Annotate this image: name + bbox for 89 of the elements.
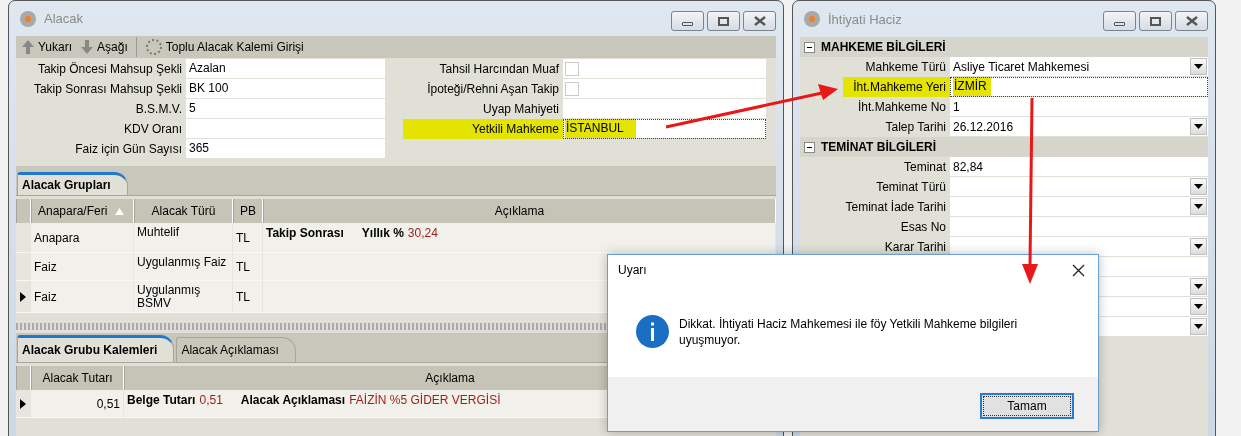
column-header[interactable]: Anapara/Feri — [31, 199, 134, 223]
table-cell: Anapara — [31, 223, 134, 253]
field-label: Teminat — [902, 159, 947, 176]
restore-button[interactable] — [707, 11, 740, 31]
tab[interactable]: Alacak Grubu Kalemleri — [17, 335, 175, 362]
app-icon — [20, 10, 36, 27]
collapse-button[interactable] — [804, 141, 815, 153]
close-icon — [1184, 16, 1199, 26]
row-selector[interactable] — [16, 390, 31, 418]
field-label: İht.Mahkeme No — [856, 99, 947, 116]
dialog-message: Dikkat. İhtiyati Haciz Mahkemesi ile föy Yetkili Mahkeme bilgileri uyuşmuyor. — [679, 316, 1019, 348]
header-corner — [16, 199, 31, 223]
spinner-icon — [144, 38, 163, 56]
table-cell: Faiz — [31, 281, 134, 313]
table-cell: Faiz — [31, 253, 134, 281]
sort-icon — [115, 207, 125, 215]
app-icon — [804, 11, 820, 27]
field-label: Mahkeme Türü — [864, 59, 947, 76]
checkbox[interactable] — [565, 81, 579, 96]
column-header[interactable]: Açıklama — [263, 199, 776, 223]
field-label: İpoteği/Rehni Aşan Takip — [426, 81, 560, 98]
section-title: MAHKEME BİLGİLERİ — [821, 40, 946, 54]
tab[interactable]: Alacak Grupları — [17, 172, 128, 195]
field-label: Tahsil Harcından Muaf — [438, 61, 560, 78]
field-label: Takip Öncesi Mahsup Şekli — [36, 61, 183, 78]
down-arrow-icon — [80, 39, 95, 55]
field-label: Uyap Mahiyeti — [481, 101, 560, 118]
ok-button[interactable]: Tamam — [980, 393, 1074, 419]
dropdown-field[interactable]: 26.12.2016 — [950, 117, 1208, 137]
close-icon — [752, 16, 767, 26]
table-cell: 0,51 — [31, 390, 124, 418]
table-cell: TL — [233, 281, 263, 313]
table-cell: Takip Sonrası Yıllık % 30,24 — [263, 223, 776, 253]
dropdown-field[interactable] — [950, 237, 1208, 257]
row-selector[interactable] — [16, 281, 31, 313]
dropdown-field[interactable]: Asliye Ticaret Mahkemesi — [950, 57, 1208, 77]
dropdown-field[interactable] — [950, 177, 1208, 197]
field-label: Teminat İade Tarihi — [844, 199, 947, 216]
field-label: Faiz için Gün Sayısı — [74, 141, 183, 158]
restore-button[interactable] — [1139, 11, 1172, 31]
toolbar-button[interactable]: Aşağı — [78, 37, 130, 57]
input-field[interactable]: 365 — [186, 139, 385, 159]
field-label: Yetkili Mahkeme — [403, 119, 563, 139]
column-header[interactable]: Alacak Tutarı — [31, 366, 124, 390]
table-cell: TL — [233, 223, 263, 253]
input-field[interactable]: 1 — [950, 97, 1208, 117]
close-button[interactable] — [743, 11, 776, 31]
field-label: Karar Tarihi — [883, 239, 947, 256]
column-header[interactable]: Alacak Türü — [134, 199, 233, 223]
info-icon — [636, 315, 669, 348]
input-field[interactable]: 5 — [186, 99, 385, 119]
table-cell: Uygulanmış BSMV — [134, 281, 233, 313]
input-field[interactable]: İZMİR — [950, 77, 1208, 97]
collapse-button[interactable] — [804, 41, 815, 53]
toolbar-button[interactable]: Yukarı — [19, 37, 75, 57]
table-cell: TL — [233, 253, 263, 281]
dropdown-field[interactable] — [950, 197, 1208, 217]
row-indicator-icon — [20, 291, 26, 302]
input-field[interactable] — [563, 99, 766, 119]
up-arrow-icon — [21, 39, 35, 55]
table-cell: Uygulanmış Faiz — [134, 253, 233, 281]
field-label: Esas No — [899, 219, 947, 236]
field-label: KDV Oranı — [122, 121, 183, 138]
minimize-button[interactable] — [671, 11, 704, 31]
input-field[interactable]: 82,84 — [950, 157, 1208, 177]
close-button[interactable] — [1175, 11, 1208, 31]
field-label: B.S.M.V. — [134, 101, 183, 118]
close-button[interactable] — [1070, 262, 1086, 278]
table-cell: Muhtelif — [134, 223, 233, 253]
checkbox[interactable] — [565, 61, 579, 76]
row-indicator-icon — [20, 398, 26, 409]
minimize-button[interactable] — [1103, 11, 1136, 31]
field-label: Takip Sonrası Mahsup Şekli — [32, 81, 183, 98]
field-label: İht.Mahkeme Yeri — [843, 77, 950, 97]
input-field[interactable] — [950, 217, 1208, 237]
dialog-title: Uyarı — [618, 263, 647, 277]
tab[interactable]: Alacak Açıklaması — [176, 337, 296, 362]
toolbar-button[interactable]: Toplu Alacak Kalemi Girişi — [142, 37, 306, 57]
field-label: Talep Tarihi — [884, 119, 947, 136]
input-field[interactable]: Azalan — [186, 59, 385, 79]
field-label: Teminat Türü — [875, 179, 947, 196]
input-field[interactable] — [186, 119, 385, 139]
input-field[interactable]: İSTANBUL — [563, 119, 766, 139]
window-title: Alacak — [44, 11, 85, 26]
section-title: TEMİNAT BİLGİLERİ — [821, 140, 937, 154]
input-field[interactable]: BK 100 — [186, 79, 385, 99]
header-corner — [16, 366, 31, 390]
column-header[interactable]: PB — [233, 199, 263, 223]
window-title: İhtiyati Haciz — [828, 11, 903, 27]
